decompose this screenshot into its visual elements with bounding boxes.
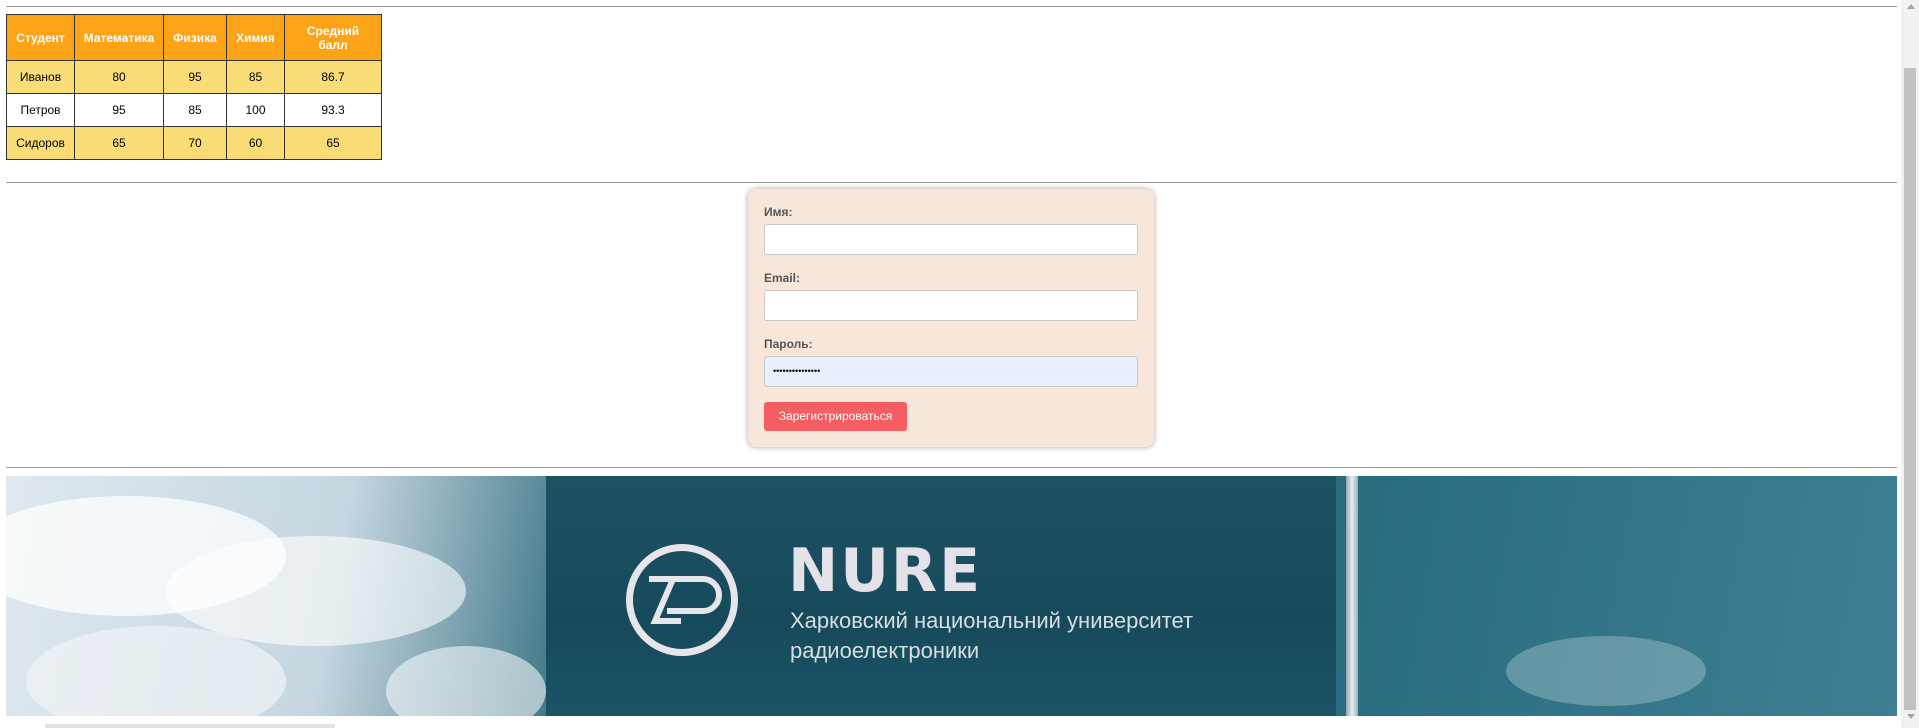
table-row: Иванов 80 95 85 86.7 bbox=[6, 60, 382, 94]
scroll-down-icon[interactable] bbox=[1907, 714, 1915, 719]
table-header-row: Студент Математика Физика Химия Средний … bbox=[6, 14, 382, 61]
table-row: Сидоров 65 70 60 65 bbox=[6, 126, 382, 160]
name-input[interactable] bbox=[764, 224, 1138, 255]
university-name-line1: Харковский национальний университет bbox=[790, 608, 1194, 633]
nure-logo-text: NURE bbox=[788, 536, 983, 606]
cell-math: 65 bbox=[74, 126, 164, 160]
cell-physics: 95 bbox=[163, 60, 227, 94]
cell-student: Сидоров bbox=[6, 126, 75, 160]
cell-chemistry: 85 bbox=[226, 60, 285, 94]
cell-average: 86.7 bbox=[284, 60, 382, 94]
cell-chemistry: 60 bbox=[226, 126, 285, 160]
scroll-up-icon[interactable] bbox=[1907, 4, 1915, 9]
cell-student: Петров bbox=[6, 93, 75, 127]
header-physics: Физика bbox=[163, 14, 227, 61]
cell-average: 65 bbox=[284, 126, 382, 160]
header-math: Математика bbox=[74, 14, 164, 61]
cloud-shape bbox=[166, 536, 466, 646]
cell-physics: 85 bbox=[163, 93, 227, 127]
header-student: Студент bbox=[6, 14, 75, 61]
scroll-thumb[interactable] bbox=[1904, 68, 1916, 710]
cell-math: 95 bbox=[74, 93, 164, 127]
table-row: Петров 95 85 100 93.3 bbox=[6, 93, 382, 127]
header-average: Средний балл bbox=[284, 14, 382, 61]
cloud-shape bbox=[1506, 636, 1706, 706]
cell-student: Иванов bbox=[6, 60, 75, 94]
registration-form: Имя: Email: Пароль: ••••••••••••••• Заре… bbox=[748, 189, 1154, 447]
flagpole-image bbox=[1346, 476, 1358, 716]
password-label: Пароль: bbox=[764, 337, 813, 351]
email-input[interactable] bbox=[764, 290, 1138, 321]
password-input[interactable]: ••••••••••••••• bbox=[764, 356, 1138, 387]
cell-average: 93.3 bbox=[284, 93, 382, 127]
bottom-divider bbox=[6, 467, 1897, 468]
email-label: Email: bbox=[764, 271, 801, 285]
name-label: Имя: bbox=[764, 205, 793, 219]
nure-logo-icon bbox=[626, 544, 738, 656]
grades-table: Студент Математика Физика Химия Средний … bbox=[6, 14, 382, 160]
university-name: Харковский национальний университет ради… bbox=[790, 606, 1310, 666]
cell-math: 80 bbox=[74, 60, 164, 94]
university-name-line2: радиоелектроники bbox=[790, 638, 980, 663]
vertical-scrollbar[interactable] bbox=[1901, 0, 1919, 728]
horizontal-scroll-thumb[interactable] bbox=[45, 724, 335, 728]
cloud-shape bbox=[386, 646, 546, 716]
top-divider bbox=[6, 6, 1897, 7]
university-banner: NURE Харковский национальний университет… bbox=[6, 476, 1897, 716]
middle-divider bbox=[6, 182, 1897, 183]
cell-chemistry: 100 bbox=[226, 93, 285, 127]
header-chemistry: Химия bbox=[226, 14, 285, 61]
cell-physics: 70 bbox=[163, 126, 227, 160]
register-button[interactable]: Зарегистрироваться bbox=[764, 402, 907, 431]
